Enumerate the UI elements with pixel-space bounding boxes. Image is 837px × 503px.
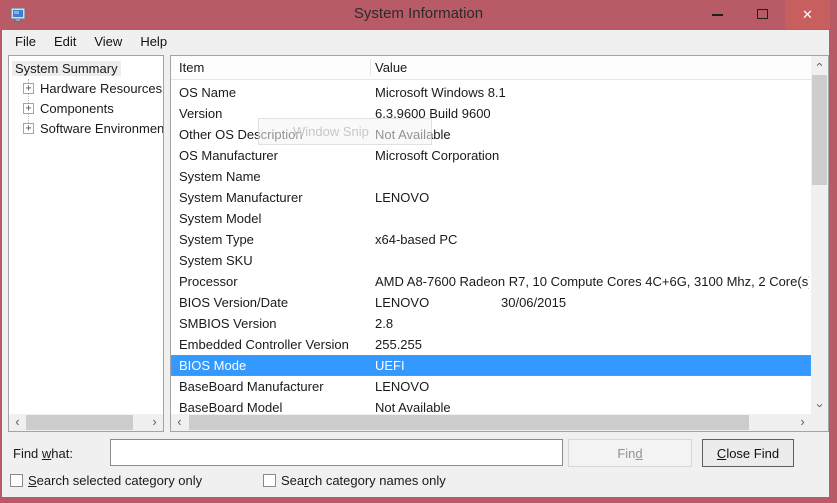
list-hscroll-thumb[interactable] [189,415,749,430]
scroll-left-icon[interactable]: › [171,414,188,431]
column-divider[interactable] [370,59,371,76]
find-what-label: Find what: [13,446,73,461]
table-row[interactable]: BaseBoard Model Not Available [171,397,811,414]
search-selected-category-checkbox[interactable] [10,474,23,487]
titlebar[interactable]: System Information ✕ [0,0,837,30]
list-horizontal-scrollbar[interactable]: › › [171,414,811,431]
value-cell: Not Available [375,397,809,414]
table-row[interactable]: System Type x64-based PC [171,229,811,250]
expand-plus-icon[interactable]: + [23,83,34,94]
table-row[interactable]: System Manufacturer LENOVO [171,187,811,208]
item-cell: Embedded Controller Version [179,334,349,355]
tree-item-hardware-resources[interactable]: + Hardware Resources [9,79,163,99]
item-cell: BIOS Mode [179,355,246,376]
tree-horizontal-scrollbar[interactable]: › › [9,414,163,431]
table-row[interactable]: System SKU [171,250,811,271]
value-cell: Microsoft Windows 8.1 [375,82,809,103]
scroll-right-icon[interactable]: › [146,414,163,431]
item-cell: System SKU [179,250,253,271]
item-cell: BaseBoard Model [179,397,282,414]
menu-item-help[interactable]: Help [131,31,176,52]
details-pane: Item Value OS Name Microsoft Windows 8.1 V… [170,55,829,432]
item-cell: System Type [179,229,254,250]
window-body: FileEditViewHelp System Summary + Hardware… [2,30,829,497]
column-header-value[interactable]: Value [375,56,407,79]
category-tree: System Summary + Hardware Resources + Compon… [9,59,163,414]
minimize-button[interactable] [695,0,740,29]
search-selected-category-label: Search selected category only [28,473,202,488]
maximize-icon [757,9,768,19]
close-button[interactable]: ✕ [785,0,830,29]
table-row[interactable]: OS Manufacturer Microsoft Corporation [171,145,811,166]
value-cell: Not Available [375,124,809,145]
caption-buttons: ✕ [695,0,830,29]
value-cell: LENOVO [375,376,809,397]
menu-bar: FileEditViewHelp [2,30,176,53]
value-cell: UEFI [375,355,809,376]
item-cell: System Manufacturer [179,187,303,208]
item-cell: Processor [179,271,238,292]
menu-item-file[interactable]: File [6,31,45,52]
table-row[interactable]: BIOS Mode UEFI [171,355,811,376]
item-cell: OS Manufacturer [179,145,278,166]
vertical-scrollbar[interactable]: › › [811,56,828,414]
table-row[interactable]: System Name [171,166,811,187]
search-category-names-label: Search category names only [281,473,446,488]
column-header-item[interactable]: Item [179,56,204,79]
maximize-button[interactable] [740,0,785,29]
item-cell: SMBIOS Version [179,313,277,334]
close-icon: ✕ [785,7,830,23]
table-row[interactable]: BaseBoard Manufacturer LENOVO [171,376,811,397]
find-button[interactable]: Find [568,439,692,467]
list-header: Item Value [171,56,811,80]
tree-item-label: System Summary [12,61,121,76]
system-information-window: System Information ✕ FileEditViewHelp Sy… [0,0,837,503]
value-cell: 6.3.9600 Build 9600 [375,103,809,124]
value-cell: AMD A8-7600 Radeon R7, 10 Compute Cores … [375,271,809,292]
window-snip-ghost-label: Window Snip [293,124,369,139]
vscroll-thumb[interactable] [812,75,827,185]
item-cell: BIOS Version/Date [179,292,288,313]
table-row[interactable]: System Model [171,208,811,229]
scroll-up-icon[interactable]: › [811,56,828,73]
menu-item-edit[interactable]: Edit [45,31,85,52]
scroll-right-icon[interactable]: › [794,414,811,431]
value-cell: LENOVO [375,187,809,208]
table-row[interactable]: SMBIOS Version 2.8 [171,313,811,334]
find-input[interactable] [110,439,563,466]
item-cell: BaseBoard Manufacturer [179,376,324,397]
tree-item-software-environment[interactable]: + Software Environment [9,119,163,139]
value-cell-secondary: 30/06/2015 [501,292,566,313]
tree-hscroll-thumb[interactable] [26,415,133,430]
window-snip-ghost: Window Snip [258,118,432,145]
item-cell: System Name [179,166,261,187]
value-cell: Microsoft Corporation [375,145,809,166]
expand-plus-icon[interactable]: + [23,103,34,114]
table-row[interactable]: Embedded Controller Version 255.255 [171,334,811,355]
scroll-down-icon[interactable]: › [811,397,828,414]
item-cell: OS Name [179,82,236,103]
category-tree-pane: System Summary + Hardware Resources + Compon… [8,55,164,432]
table-row[interactable]: Processor AMD A8-7600 Radeon R7, 10 Compu… [171,271,811,292]
minimize-icon [712,14,723,16]
table-row[interactable]: BIOS Version/Date LENOVO30/06/2015 [171,292,811,313]
tree-item-label: Hardware Resources [40,81,162,96]
tree-item-label: Components [40,101,114,116]
item-cell: Version [179,103,222,124]
tree-item-label: Software Environment [40,121,163,136]
value-cell: x64-based PC [375,229,809,250]
tree-item-components[interactable]: + Components [9,99,163,119]
value-cell: 2.8 [375,313,809,334]
tree-item-system-summary[interactable]: System Summary [9,59,163,79]
value-cell: LENOVO [375,292,809,313]
close-find-button[interactable]: Close Find [702,439,794,467]
expand-plus-icon[interactable]: + [23,123,34,134]
value-cell: 255.255 [375,334,809,355]
menu-item-view[interactable]: View [85,31,131,52]
scroll-left-icon[interactable]: › [9,414,26,431]
search-category-names-checkbox[interactable] [263,474,276,487]
table-row[interactable]: OS Name Microsoft Windows 8.1 [171,82,811,103]
item-cell: System Model [179,208,261,229]
scrollbar-corner [811,414,828,431]
